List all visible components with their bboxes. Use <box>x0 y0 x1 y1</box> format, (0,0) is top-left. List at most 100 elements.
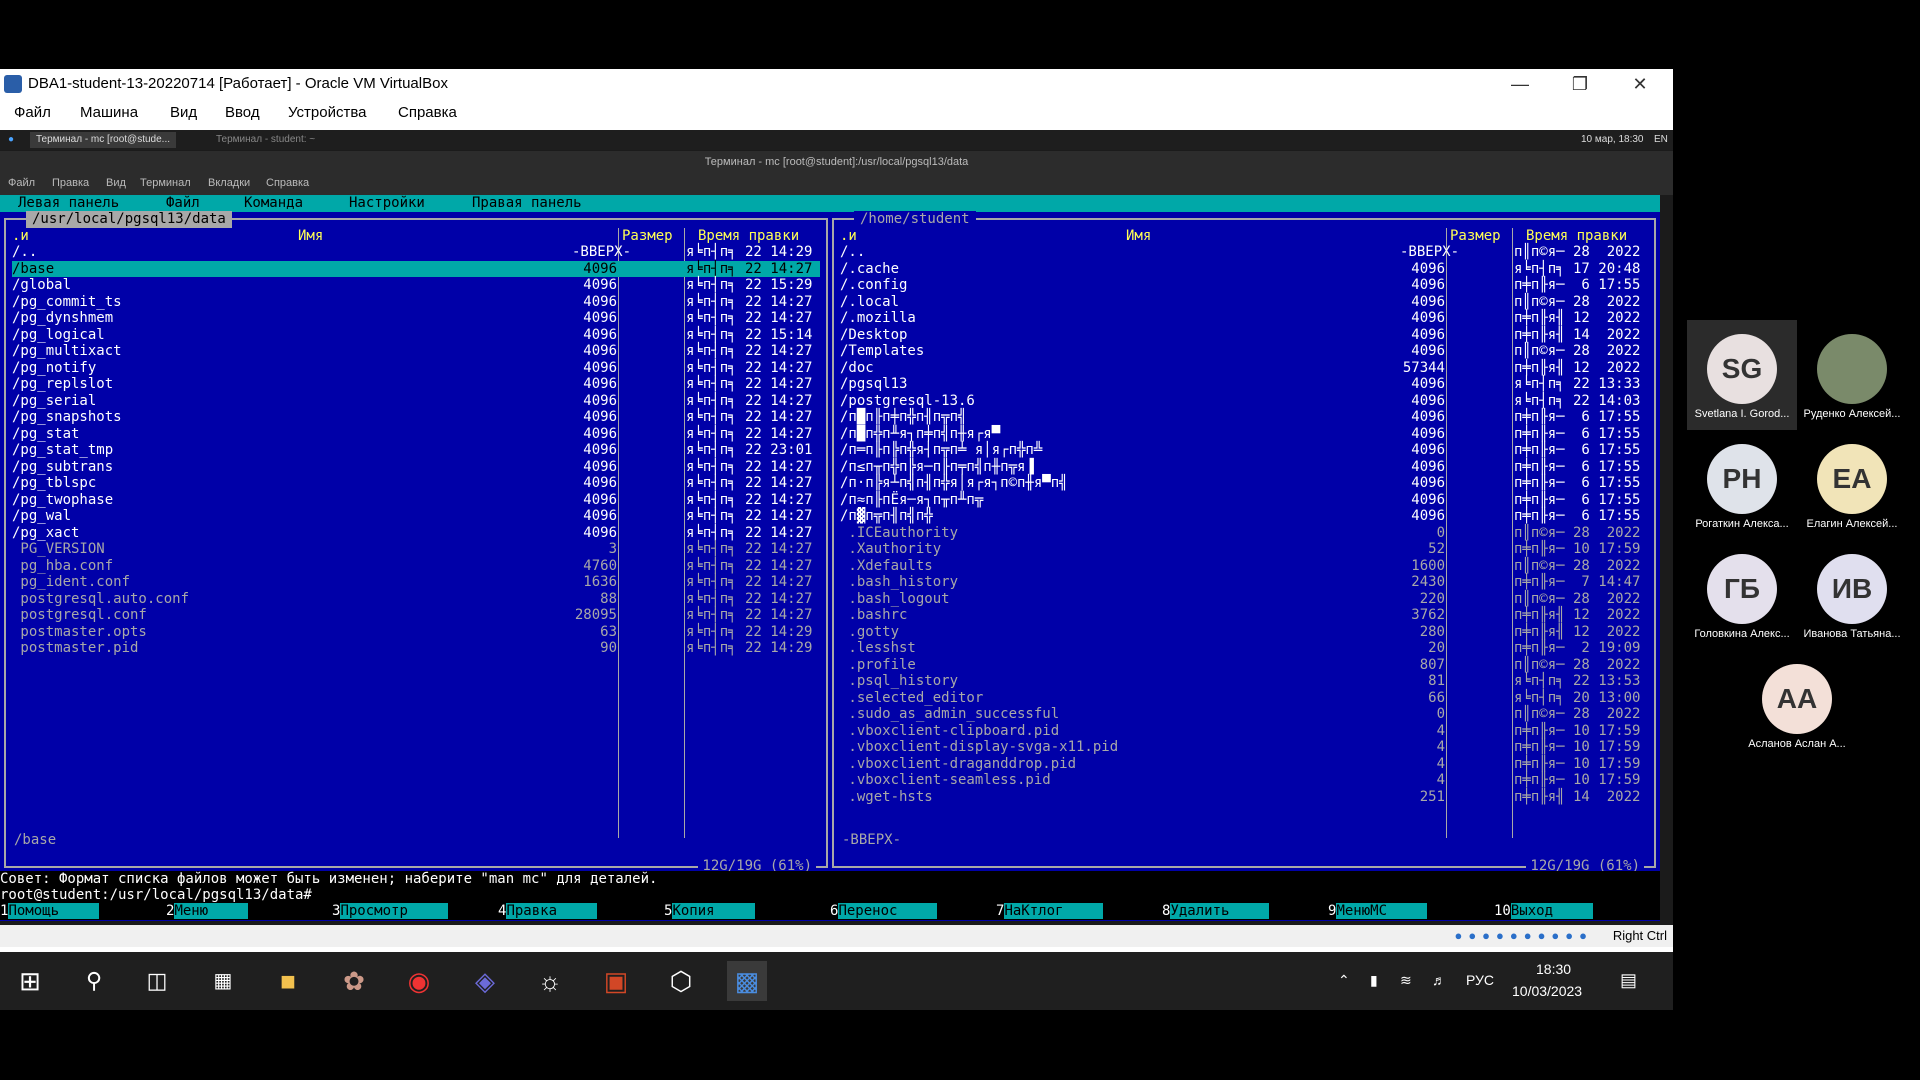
file-row[interactable]: postmaster.opts 63 я╘п┤п╕ 22 14:29 <box>12 624 820 641</box>
term-menu-tabs[interactable]: Вкладки <box>208 177 250 189</box>
fkey-1[interactable]: 1Помощь <box>0 903 100 920</box>
file-explorer-icon[interactable]: ■ <box>268 961 308 1001</box>
fkey-9[interactable]: 9МенюMC <box>1328 903 1428 920</box>
battery-icon[interactable]: ▮ <box>1370 972 1378 989</box>
task-view-icon[interactable]: ◫ <box>137 961 177 1001</box>
term-menu-terminal[interactable]: Терминал <box>140 177 191 189</box>
file-row[interactable]: PG_VERSION 3 я╘п┤п╕ 22 14:27 <box>12 541 820 558</box>
file-row[interactable]: /pg_notify 4096 я╘п┤п╕ 22 14:27 <box>12 360 820 377</box>
right-panel[interactable]: /home/student .и Имя Размер Время правки… <box>832 211 1656 874</box>
menu-file[interactable]: Файл <box>14 104 51 121</box>
fkey-8[interactable]: 8Удалить <box>1162 903 1270 920</box>
menu-help[interactable]: Справка <box>398 104 457 121</box>
file-row[interactable]: /pg_wal 4096 я╘п┤п╕ 22 14:27 <box>12 508 820 525</box>
left-col-time[interactable]: Время правки <box>698 228 799 245</box>
file-row[interactable]: pg_hba.conf 4760 я╘п┤п╕ 22 14:27 <box>12 558 820 575</box>
fkey-6[interactable]: 6Перенос <box>830 903 938 920</box>
powerpoint-icon[interactable]: ▣ <box>596 961 636 1001</box>
right-col-size[interactable]: Размер <box>1450 228 1501 245</box>
file-row[interactable]: postmaster.pid 90 я╘п┤п╕ 22 14:29 <box>12 640 820 657</box>
left-col-size[interactable]: Размер <box>622 228 673 245</box>
participant-tile[interactable]: Руденко Алексей... <box>1797 320 1907 430</box>
fkey-10[interactable]: 10Выход <box>1494 903 1594 920</box>
file-row[interactable]: postgresql.auto.conf 88 я╘п┤п╕ 22 14:27 <box>12 591 820 608</box>
participant-tile[interactable]: РН Рогаткин Алекса... <box>1687 430 1797 540</box>
chrome-icon[interactable]: ◉ <box>399 961 439 1001</box>
terminal-app-icon[interactable]: ▦ <box>203 961 243 1001</box>
menu-input[interactable]: Ввод <box>225 104 260 121</box>
file-row[interactable]: /pg_xact 4096 я╘п┤п╕ 22 14:27 <box>12 525 820 542</box>
minimize-icon[interactable]: — <box>1490 69 1550 99</box>
windows-start-icon[interactable]: ⊞ <box>10 961 50 1001</box>
file-row[interactable]: /pg_stat 4096 я╘п┤п╕ 22 14:27 <box>12 426 820 443</box>
file-row[interactable]: /global 4096 я╘п┤п╕ 22 15:29 <box>12 277 820 294</box>
fkey-2[interactable]: 2Меню <box>166 903 249 920</box>
term-menu-help[interactable]: Справка <box>266 177 309 189</box>
left-col-sort[interactable]: .и <box>12 228 29 245</box>
input-language[interactable]: РУС <box>1466 972 1494 988</box>
participant-tile[interactable]: АА Асланов Аслан А... <box>1742 650 1852 760</box>
mc-menu-left[interactable]: Левая панель <box>18 195 119 212</box>
notifications-icon[interactable]: ▤ <box>1620 970 1637 991</box>
apps-icon[interactable]: ● <box>2 132 20 148</box>
file-row[interactable]: /pg_dynshmem 4096 я╘п┤п╕ 22 14:27 <box>12 310 820 327</box>
menu-machine[interactable]: Машина <box>80 104 138 121</box>
file-row[interactable]: /pg_multixact 4096 я╘п┤п╕ 22 14:27 <box>12 343 820 360</box>
guest-tab-mc[interactable]: Терминал - mc [root@stude... <box>30 132 177 148</box>
file-name: /п▓п╦п╢п╣п╬ <box>840 508 933 524</box>
participant-tile[interactable]: SG Svetlana I. Gorod... <box>1687 320 1797 430</box>
search-icon[interactable]: ⚲ <box>74 961 114 1001</box>
participant-tile[interactable]: ГБ Головкина Алекс... <box>1687 540 1797 650</box>
menu-view[interactable]: Вид <box>170 104 197 121</box>
cube-app-icon[interactable]: ⬡ <box>661 961 701 1001</box>
mc-menu-options[interactable]: Настройки <box>349 195 425 212</box>
file-row[interactable]: /pg_serial 4096 я╘п┤п╕ 22 14:27 <box>12 393 820 410</box>
left-panel[interactable]: /usr/local/pgsql13/data .и Имя Размер Вр… <box>4 211 828 874</box>
file-row[interactable]: /pg_snapshots 4096 я╘п┤п╕ 22 14:27 <box>12 409 820 426</box>
file-row[interactable]: /pg_commit_ts 4096 я╘п┤п╕ 22 14:27 <box>12 294 820 311</box>
participant-tile[interactable]: ИВ Иванова Татьяна... <box>1797 540 1907 650</box>
restore-icon[interactable]: ❐ <box>1550 69 1610 99</box>
teams-icon[interactable]: ◈ <box>465 961 505 1001</box>
fkey-7[interactable]: 7НаКтлог <box>996 903 1104 920</box>
left-col-name[interactable]: Имя <box>298 228 323 245</box>
term-menu-view[interactable]: Вид <box>106 177 126 189</box>
file-mtime: я╘п┤п╕ 22 14:03 <box>1514 392 1641 409</box>
file-row[interactable]: /pg_subtrans 4096 я╘п┤п╕ 22 14:27 <box>12 459 820 476</box>
fkey-5[interactable]: 5Копия <box>664 903 755 920</box>
file-row[interactable]: /pg_logical 4096 я╘п┤п╕ 22 15:14 <box>12 327 820 344</box>
file-row[interactable]: /base 4096 я╘п┤п╕ 22 14:27 <box>12 260 820 277</box>
file-mtime: я╘п┤п╕ 22 14:27 <box>686 541 813 557</box>
taskbar-time[interactable]: 18:30 <box>1536 961 1571 977</box>
file-row[interactable]: /pg_tblspc 4096 я╘п┤п╕ 22 14:27 <box>12 475 820 492</box>
term-menu-file[interactable]: Файл <box>8 177 35 189</box>
close-icon[interactable]: ✕ <box>1610 69 1670 99</box>
guest-tab-student[interactable]: Терминал - student: ~ <box>210 132 321 148</box>
volume-icon[interactable]: ♬ <box>1432 972 1446 988</box>
fkey-3[interactable]: 3Просмотр <box>332 903 448 920</box>
virtualbox-taskbar-icon[interactable]: ▩ <box>727 961 767 1001</box>
command-line[interactable]: root@student:/usr/local/pgsql13/data# <box>0 887 1660 904</box>
pgadmin-icon[interactable]: ☼ <box>530 961 570 1001</box>
right-col-sort[interactable]: .и <box>840 228 857 245</box>
right-col-name[interactable]: Имя <box>1126 228 1151 245</box>
term-menu-edit[interactable]: Правка <box>52 177 89 189</box>
file-row[interactable]: /pg_twophase 4096 я╘п┤п╕ 22 14:27 <box>12 492 820 509</box>
paint-app-icon[interactable]: ✿ <box>334 961 374 1001</box>
tray-chevron-icon[interactable]: ⌃ <box>1338 972 1350 989</box>
taskbar-date[interactable]: 10/03/2023 <box>1512 983 1582 999</box>
file-row[interactable]: /pg_stat_tmp 4096 я╘п┤п╕ 22 23:01 <box>12 442 820 459</box>
file-row[interactable]: /pg_replslot 4096 я╘п┤п╕ 22 14:27 <box>12 376 820 393</box>
file-mtime: п╪п╟я─ 6 17:55 <box>1514 277 1641 293</box>
file-row[interactable]: /.. -ВВЕРХ-я╘п┤п╕ 22 14:29 <box>12 244 820 261</box>
file-row[interactable]: pg_ident.conf 1636 я╘п┤п╕ 22 14:27 <box>12 574 820 591</box>
mc-menu-command[interactable]: Команда <box>244 195 303 212</box>
menu-devices[interactable]: Устройства <box>288 104 366 121</box>
wifi-icon[interactable]: ≋ <box>1400 972 1412 989</box>
mc-menu-right[interactable]: Правая панель <box>472 195 582 212</box>
right-col-time[interactable]: Время правки <box>1526 228 1627 245</box>
participant-tile[interactable]: ЕА Елагин Алексей... <box>1797 430 1907 540</box>
fkey-4[interactable]: 4Правка <box>498 903 598 920</box>
file-row[interactable]: postgresql.conf 28095 я╘п┤п╕ 22 14:27 <box>12 607 820 624</box>
mc-menu-file[interactable]: Файл <box>166 195 200 212</box>
